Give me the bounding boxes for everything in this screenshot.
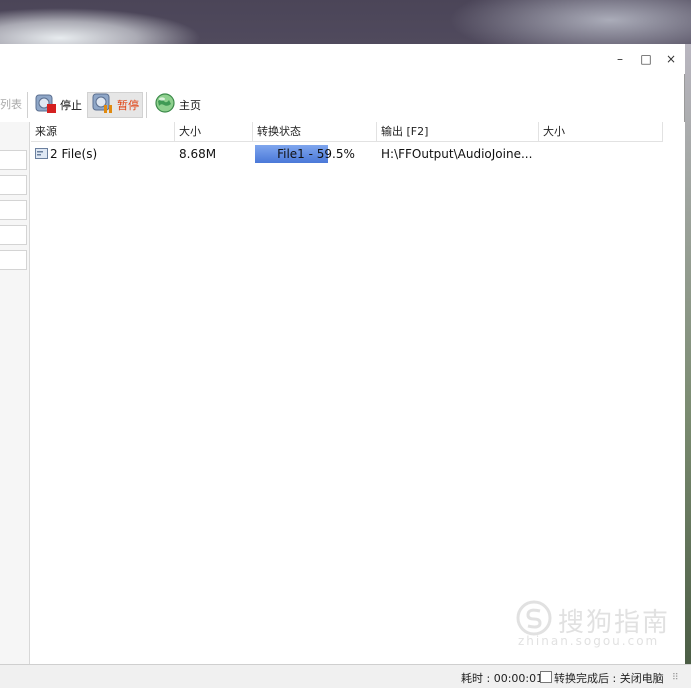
app-window: – □ × 列表 停止 暂停 主页 来源 大小 转换状态 输出 [F2] 大小 … (0, 44, 685, 664)
after-done-checkbox[interactable] (540, 671, 552, 683)
elapsed-time: 耗时 : 00:00:01 (461, 672, 544, 685)
status-bar: 耗时 : 00:00:01 转换完成后 : 关闭电脑 ⠿ (0, 664, 691, 688)
globe-icon (153, 91, 177, 119)
home-button[interactable]: 主页 (150, 92, 204, 118)
pause-icon (91, 91, 115, 119)
toolbar-separator (146, 92, 147, 118)
file-list-button-label[interactable]: 列表 (0, 96, 22, 112)
file-icon (35, 145, 48, 165)
left-panel-field[interactable] (0, 200, 27, 220)
close-button[interactable]: × (660, 50, 682, 68)
maximize-button[interactable]: □ (635, 50, 657, 68)
left-panel-field[interactable] (0, 150, 27, 170)
column-header-source[interactable]: 来源 (31, 122, 175, 142)
source-text: 2 File(s) (50, 147, 98, 161)
watermark-subtext: zhinan.sogou.com (518, 634, 660, 648)
left-panel-field[interactable] (0, 225, 27, 245)
toolbar: 列表 停止 暂停 主页 (0, 88, 685, 120)
output-cell: H:\FFOutput\AudioJoine... (381, 147, 533, 161)
column-header-output[interactable]: 输出 [F2] (377, 122, 539, 142)
source-cell: 2 File(s) (31, 144, 175, 164)
minimize-button[interactable]: – (609, 50, 631, 68)
pause-button[interactable]: 暂停 (87, 92, 143, 118)
watermark: 搜狗指南 zhinan.sogou.com (512, 598, 682, 650)
output-size-cell (539, 144, 663, 164)
stop-icon (34, 91, 58, 119)
column-header-status[interactable]: 转换状态 (253, 122, 377, 142)
progress-text: File1 - 59.5% (277, 147, 355, 161)
stop-button[interactable]: 停止 (31, 92, 85, 118)
conversion-progress: File1 - 59.5% (255, 145, 377, 163)
column-header-size[interactable]: 大小 (175, 122, 253, 142)
left-panel (0, 122, 30, 664)
after-done-label: 转换完成后 : 关闭电脑 (554, 672, 664, 685)
pause-button-label: 暂停 (117, 99, 139, 112)
size-cell: 8.68M (179, 147, 217, 161)
stop-button-label: 停止 (60, 99, 82, 112)
desktop-wallpaper-edge (685, 44, 691, 664)
left-panel-field[interactable] (0, 175, 27, 195)
left-panel-field[interactable] (0, 250, 27, 270)
toolbar-separator (27, 92, 28, 118)
resize-grip-icon[interactable]: ⠿ (672, 673, 684, 685)
task-list: 来源 大小 转换状态 输出 [F2] 大小 2 File(s) 8.68M Fi… (31, 122, 685, 664)
column-header-output-size[interactable]: 大小 (539, 122, 663, 142)
title-bar: – □ × (0, 44, 685, 74)
home-button-label: 主页 (179, 99, 201, 112)
